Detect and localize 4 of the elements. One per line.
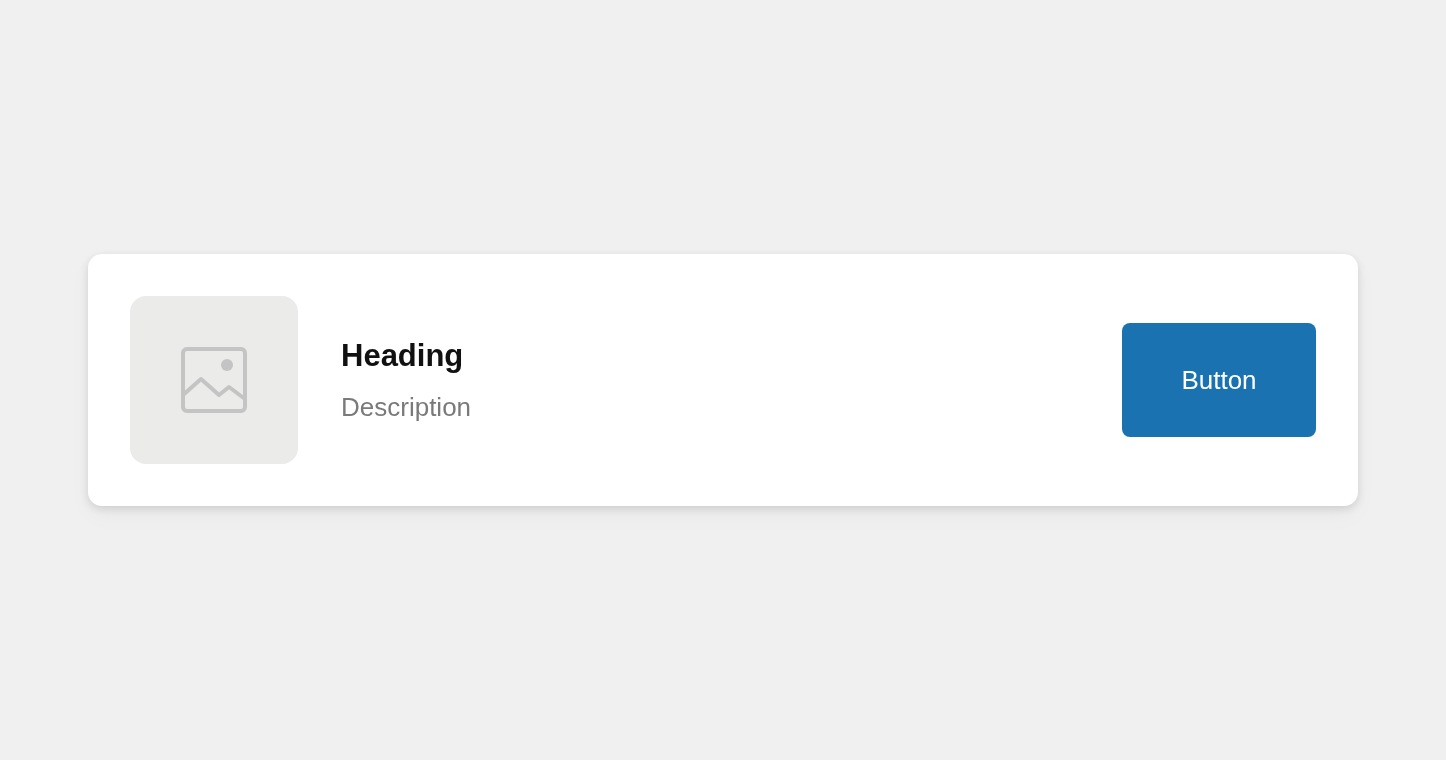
card-heading: Heading [341,337,464,375]
action-button[interactable]: Button [1122,323,1316,437]
image-icon [181,347,247,413]
card-description: Description [341,391,472,423]
